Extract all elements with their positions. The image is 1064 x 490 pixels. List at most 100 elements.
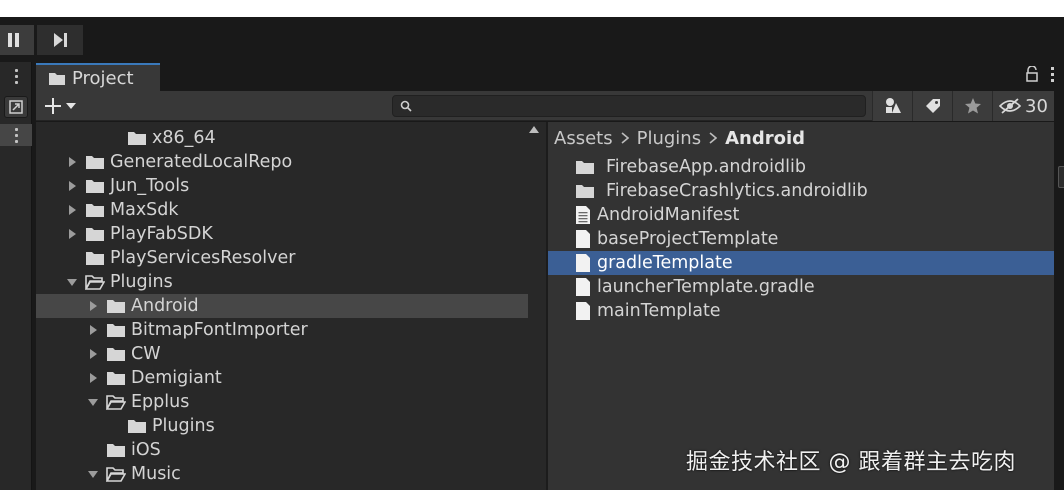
file-item-label: mainTemplate xyxy=(597,301,721,321)
collapsed-arrow-icon[interactable] xyxy=(86,371,100,385)
top-white-band xyxy=(0,0,1064,17)
file-browser: Assets Plugins Android FirebaseApp.android… xyxy=(548,122,1054,490)
tree-item[interactable]: MaxSdk xyxy=(36,198,528,222)
tree-item[interactable]: Music xyxy=(36,462,528,486)
tree-item[interactable]: GeneratedLocalRepo xyxy=(36,150,528,174)
breadcrumb-item[interactable]: Assets xyxy=(554,128,613,149)
tree-item[interactable]: PlayServicesResolver xyxy=(36,246,528,270)
file-item[interactable]: mainTemplate xyxy=(548,299,1054,323)
file-item-label: AndroidManifest xyxy=(597,205,740,225)
tree-item[interactable]: Android xyxy=(36,294,528,318)
folder-open-icon xyxy=(85,275,105,290)
pause-icon xyxy=(8,33,19,47)
tab-project[interactable]: Project xyxy=(36,63,160,91)
tree-item-label: MaxSdk xyxy=(110,200,179,220)
panel-selected-slot[interactable] xyxy=(0,124,32,146)
tree-scrollbar-track[interactable] xyxy=(528,122,546,490)
tree-item-label: Android xyxy=(131,296,199,316)
file-icon xyxy=(576,302,590,320)
file-item[interactable]: gradleTemplate xyxy=(548,251,1054,275)
folder-icon xyxy=(86,228,104,241)
tree-item[interactable]: Demigiant xyxy=(36,366,528,390)
tree-item-label: iOS xyxy=(131,440,161,460)
collapsed-arrow-icon[interactable] xyxy=(65,179,79,193)
tree-item[interactable]: Plugins xyxy=(36,414,528,438)
tree-item[interactable]: Jun_Tools xyxy=(36,174,528,198)
file-item[interactable]: baseProjectTemplate xyxy=(548,227,1054,251)
folder-icon xyxy=(576,185,594,198)
lock-icon[interactable] xyxy=(1025,66,1039,82)
tree-item[interactable]: x86_64 xyxy=(36,126,528,150)
tree-item[interactable]: BitmapFontImporter xyxy=(36,318,528,342)
file-item-label: launcherTemplate.gradle xyxy=(597,277,815,297)
folder-item[interactable]: FirebaseApp.androidlib xyxy=(548,155,1054,179)
expanded-arrow-icon[interactable] xyxy=(65,275,79,289)
tree-item-label: Plugins xyxy=(110,272,173,292)
collapsed-arrow-icon[interactable] xyxy=(65,203,79,217)
tree-item[interactable]: iOS xyxy=(36,438,528,462)
chevron-right-icon xyxy=(621,132,629,144)
no-arrow-spacer xyxy=(107,419,121,433)
tree-item-label: Plugins xyxy=(152,416,215,436)
no-arrow-spacer xyxy=(107,131,121,145)
favorites-button[interactable] xyxy=(952,91,992,121)
expanded-arrow-icon[interactable] xyxy=(86,395,100,409)
search-field[interactable] xyxy=(392,95,895,117)
collapsed-arrow-icon[interactable] xyxy=(86,323,100,337)
scroll-up-arrow-icon[interactable] xyxy=(529,126,539,133)
filter-buttons: 30 xyxy=(872,91,1054,121)
search-by-type-button[interactable] xyxy=(872,91,912,121)
hidden-packages-toggle[interactable]: 30 xyxy=(992,91,1054,121)
folder-icon xyxy=(107,372,125,385)
step-icon xyxy=(54,33,67,47)
project-toolbar: 30 xyxy=(36,91,1054,121)
plus-icon xyxy=(45,98,61,114)
panel-menu-icon[interactable] xyxy=(9,66,23,86)
search-input[interactable] xyxy=(417,96,837,116)
file-item-label: gradleTemplate xyxy=(597,253,733,273)
chevron-down-icon xyxy=(66,103,76,109)
file-item[interactable]: AndroidManifest xyxy=(548,203,1054,227)
edge-handle[interactable] xyxy=(1058,166,1064,188)
tree-item[interactable]: Plugins xyxy=(36,270,528,294)
folder-open-icon xyxy=(106,395,126,410)
collapsed-arrow-icon[interactable] xyxy=(65,227,79,241)
file-icon xyxy=(576,278,590,296)
search-icon xyxy=(400,100,412,112)
step-button[interactable] xyxy=(37,25,83,55)
folder-item[interactable]: FirebaseCrashlytics.androidlib xyxy=(548,179,1054,203)
tree-item-label: PlayServicesResolver xyxy=(110,248,296,268)
create-dropdown-button[interactable] xyxy=(44,94,88,118)
folder-icon xyxy=(49,72,65,85)
tab-controls xyxy=(1025,66,1054,82)
tree-item-label: Music xyxy=(131,464,181,484)
file-icon xyxy=(576,254,590,272)
search-by-label-button[interactable] xyxy=(912,91,952,121)
folder-icon xyxy=(128,420,146,433)
file-item[interactable]: launcherTemplate.gradle xyxy=(548,275,1054,299)
tree-item[interactable]: PlayFabSDK xyxy=(36,222,528,246)
expanded-arrow-icon[interactable] xyxy=(86,467,100,481)
tree-item-label: Jun_Tools xyxy=(110,176,190,196)
tree-item-label: x86_64 xyxy=(152,128,216,148)
collapsed-arrow-icon[interactable] xyxy=(86,347,100,361)
play-toolbar xyxy=(0,17,1064,62)
folder-icon xyxy=(86,252,104,265)
pause-button[interactable] xyxy=(0,25,34,55)
folder-icon xyxy=(576,161,594,174)
star-icon xyxy=(964,98,981,114)
eye-slash-icon xyxy=(999,98,1022,114)
no-arrow-spacer xyxy=(86,443,100,457)
breadcrumb-item[interactable]: Plugins xyxy=(637,128,701,149)
collapsed-arrow-icon[interactable] xyxy=(86,299,100,313)
collapsed-arrow-icon[interactable] xyxy=(65,155,79,169)
maximize-button[interactable] xyxy=(4,96,28,118)
tree-item[interactable]: CW xyxy=(36,342,528,366)
file-item-label: FirebaseApp.androidlib xyxy=(606,157,806,177)
breadcrumb-item[interactable]: Android xyxy=(725,128,805,149)
folder-icon xyxy=(128,132,146,145)
tree-item[interactable]: Epplus xyxy=(36,390,528,414)
folder-tree: x86_64 GeneratedLocalRepo Jun_Tools MaxSdk P… xyxy=(36,122,528,490)
right-edge-panel xyxy=(1054,62,1064,490)
panel-options-icon[interactable] xyxy=(9,125,23,145)
